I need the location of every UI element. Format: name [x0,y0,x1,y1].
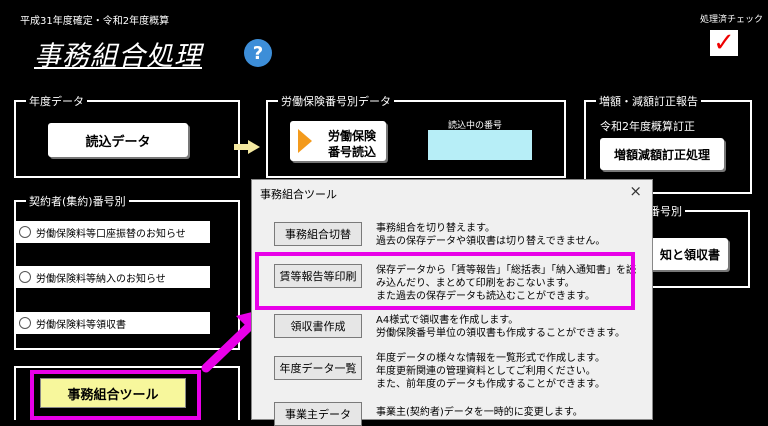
option-label: 労働保険料等領収書 [36,319,126,331]
read-data-button[interactable]: 読込データ [48,123,188,157]
check-label: 処理済チェック [700,15,764,25]
play-icon [298,129,312,153]
rodo-legend: 労働保険番号別データ [278,93,394,109]
option-label: 労働保険料等納入のお知らせ [36,273,166,285]
partial-ryoshusho-button[interactable]: 知と領収書 [644,238,728,270]
radio-icon[interactable] [19,271,31,283]
employer-data-desc: 事業主(契約者)データを一時的に変更します。 [376,407,583,418]
help-icon[interactable]: ? [244,39,272,67]
checkmark-icon[interactable]: ✓ [710,30,738,56]
arrow-right-icon [234,140,260,154]
year-data-list-button[interactable]: 年度データ一覧 [274,356,362,380]
radio-icon[interactable] [19,317,31,329]
receipt-create-desc: A4様式で領収書を作成します。 労働保険番号単位の領収書も作成することができます… [376,315,625,339]
close-icon[interactable]: × [629,182,642,200]
zogaku-button[interactable]: 増額減額訂正処理 [600,138,724,170]
rodo-read-line2: 番号読込 [328,145,377,159]
keiyaku-legend: 契約者(集約)番号別 [26,193,129,209]
zogaku-subtitle: 令和2年度概算訂正 [600,120,695,133]
zogaku-legend: 増額・減額訂正報告 [596,93,701,109]
highlight-box [255,252,635,310]
page-title: 事務組合処理 [34,41,202,72]
rodo-read-button[interactable]: 労働保険 番号読込 [290,121,386,161]
option-nonyu[interactable]: 労働保険料等納入のお知らせ [14,266,210,288]
option-ryoshusho[interactable]: 労働保険料等領収書 [14,312,210,334]
employer-data-button[interactable]: 事業主データ [274,402,362,426]
jimu-tool-button[interactable]: 事務組合ツール [40,378,186,408]
option-label: 労働保険料等口座振替のお知らせ [36,228,186,240]
nendo-legend: 年度データ [26,93,87,109]
radio-icon[interactable] [19,226,31,238]
current-number-field [428,130,532,160]
option-koza-furikae[interactable]: 労働保険料等口座振替のお知らせ [14,221,210,243]
switch-jimu-desc: 事務組合を切り替えます。 過去の保存データや領収書は切り替えできません。 [376,223,606,247]
year-data-list-desc: 年度データの様々な情報を一覧形式で作成します。 年度更新関連の管理資料としてご利… [376,353,605,390]
rodo-read-line1: 労働保険 [328,129,377,143]
dialog-title: 事務組合ツール [260,188,337,201]
switch-jimu-button[interactable]: 事務組合切替 [274,222,362,246]
period-label: 平成31年度確定・令和2年度概算 [20,16,170,27]
receipt-create-button[interactable]: 領収書作成 [274,314,362,338]
